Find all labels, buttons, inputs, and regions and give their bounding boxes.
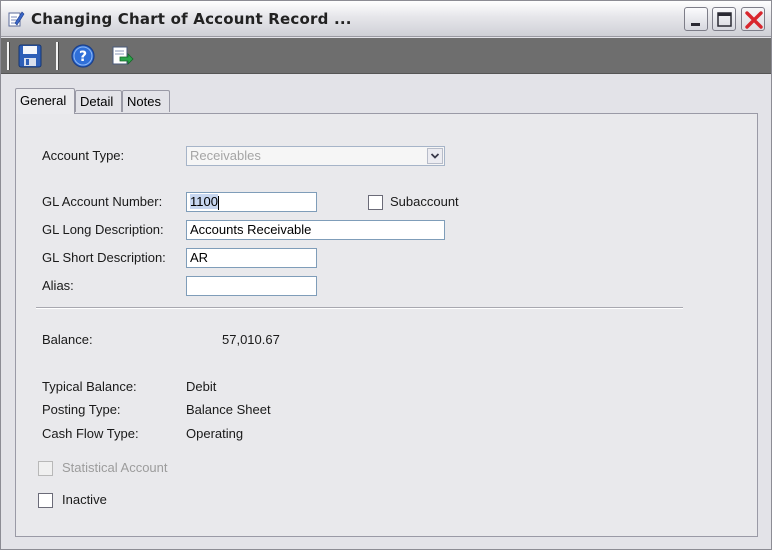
edit-record-icon [7,10,25,28]
gl-account-number-value: 1100 [190,194,218,209]
help-icon: ? [71,44,95,68]
gl-short-description-label: GL Short Description: [42,250,166,265]
svg-text:?: ? [79,49,87,65]
maximize-button[interactable] [712,7,736,31]
gl-long-description-field[interactable]: Accounts Receivable [186,220,445,240]
toolbar-grip[interactable] [7,42,10,70]
save-button[interactable] [17,43,43,69]
chart-of-account-window: Changing Chart of Account Record ... ? G… [0,0,772,550]
maximize-icon [717,12,732,27]
close-button[interactable] [741,7,765,31]
text-caret [217,195,219,210]
help-button[interactable]: ? [70,43,96,69]
toolbar-separator [56,42,59,70]
inactive-checkbox[interactable] [38,493,53,508]
statistical-account-checkbox[interactable] [38,461,53,476]
cash-flow-type-value: Operating [186,426,244,441]
posting-type-label: Posting Type: [42,402,121,417]
account-type-dropdown-button[interactable] [427,148,443,164]
tab-notes[interactable]: Notes [122,90,170,112]
tab-detail[interactable]: Detail [75,90,122,112]
toolbar: ? [1,38,771,74]
section-divider [36,307,683,309]
posting-type-value: Balance Sheet [186,402,271,417]
typical-balance-label: Typical Balance: [42,379,137,394]
typical-balance-value: Debit [186,379,217,394]
close-icon [745,11,763,29]
tab-strip: General Detail Notes [1,88,771,114]
account-type-select[interactable]: Receivables [186,146,445,166]
gl-account-number-field[interactable]: 1100 [186,192,317,212]
general-tab-panel: Account Type: Receivables GL Account Num… [15,113,758,537]
chevron-down-icon [430,153,440,159]
gl-long-description-label: GL Long Description: [42,222,164,237]
balance-label: Balance: [42,332,93,347]
balance-value: 57,010.67 [222,332,280,347]
save-icon [18,44,42,68]
subaccount-label: Subaccount [390,194,459,209]
alias-field[interactable] [186,276,317,296]
account-type-label: Account Type: [42,148,125,163]
statistical-account-label: Statistical Account [62,460,168,475]
minimize-button[interactable] [684,7,708,31]
alias-label: Alias: [42,278,74,293]
account-type-value: Receivables [190,148,261,163]
tab-general[interactable]: General [15,88,75,114]
gl-short-description-field[interactable]: AR [186,248,317,268]
minimize-icon [691,23,700,26]
window-title: Changing Chart of Account Record ... [31,10,352,28]
subaccount-checkbox[interactable] [368,195,383,210]
cash-flow-type-label: Cash Flow Type: [42,426,139,441]
gl-account-number-label: GL Account Number: [42,194,163,209]
export-button[interactable] [110,43,136,69]
inactive-label: Inactive [62,492,107,507]
export-icon [112,46,134,65]
title-bar[interactable]: Changing Chart of Account Record ... [1,1,771,37]
